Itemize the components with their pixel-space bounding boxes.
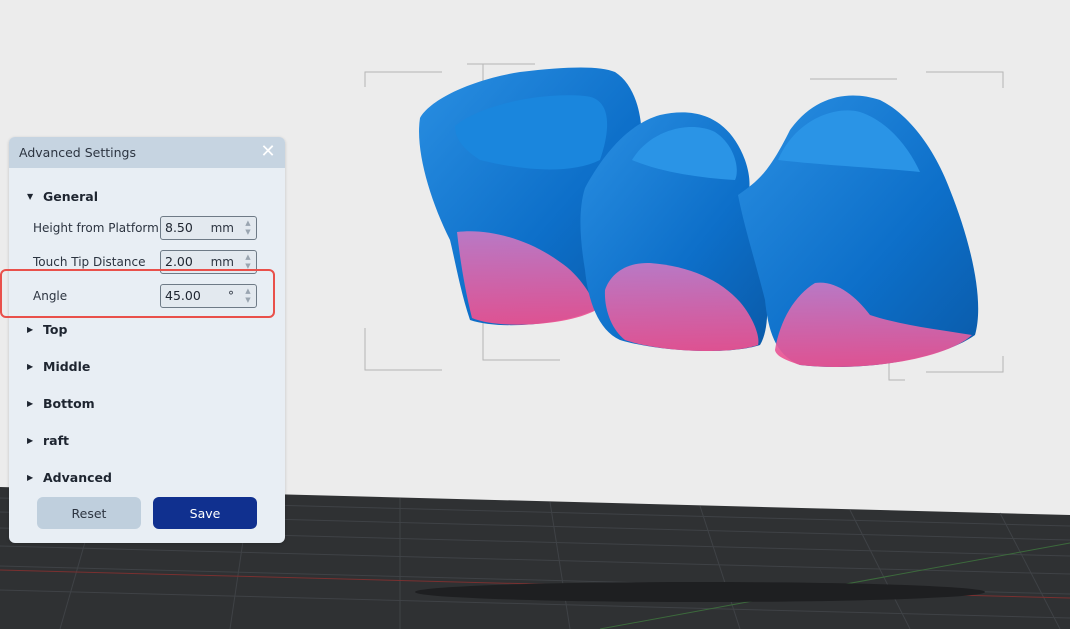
section-top[interactable]: ▶ Top (27, 322, 67, 337)
section-label: Advanced (43, 470, 112, 485)
field-label: Touch Tip Distance (33, 255, 146, 269)
field-unit: mm (210, 255, 234, 269)
field-label: Height from Platform (33, 221, 159, 235)
field-value: 2.00 (165, 254, 193, 269)
section-advanced[interactable]: ▶ Advanced (27, 470, 112, 485)
chevron-right-icon: ▶ (27, 362, 34, 371)
field-height-from-platform: Height from Platform 8.50 mm ▲ ▼ (33, 216, 261, 240)
step-up-icon[interactable]: ▲ (243, 219, 253, 228)
close-icon[interactable]: ✕ (259, 143, 277, 161)
stepper: ▲ ▼ (243, 287, 253, 305)
section-bottom[interactable]: ▶ Bottom (27, 396, 95, 411)
model-shadow (415, 582, 985, 602)
stepper: ▲ ▼ (243, 253, 253, 271)
touch-tip-distance-input[interactable]: 2.00 mm ▲ ▼ (160, 250, 257, 274)
field-value: 8.50 (165, 220, 193, 235)
panel-title: Advanced Settings (19, 145, 136, 160)
step-up-icon[interactable]: ▲ (243, 287, 253, 296)
field-angle: Angle 45.00 ° ▲ ▼ (33, 284, 261, 308)
section-label: Top (43, 322, 68, 337)
save-button[interactable]: Save (153, 497, 257, 529)
step-down-icon[interactable]: ▼ (243, 228, 253, 237)
section-middle[interactable]: ▶ Middle (27, 359, 90, 374)
chevron-right-icon: ▶ (27, 325, 34, 334)
stepper: ▲ ▼ (243, 219, 253, 237)
advanced-settings-panel: Advanced Settings ✕ ▼ General Height fro… (9, 137, 285, 543)
chevron-right-icon: ▶ (27, 436, 34, 445)
field-value: 45.00 (165, 288, 201, 303)
section-label: Bottom (43, 396, 95, 411)
step-down-icon[interactable]: ▼ (243, 296, 253, 305)
step-down-icon[interactable]: ▼ (243, 262, 253, 271)
field-label: Angle (33, 289, 68, 303)
chevron-right-icon: ▶ (27, 473, 34, 482)
section-raft[interactable]: ▶ raft (27, 433, 69, 448)
angle-input[interactable]: 45.00 ° ▲ ▼ (160, 284, 257, 308)
height-from-platform-input[interactable]: 8.50 mm ▲ ▼ (160, 216, 257, 240)
panel-titlebar: Advanced Settings ✕ (9, 137, 285, 168)
section-label: raft (43, 433, 70, 448)
chevron-down-icon: ▼ (27, 192, 34, 201)
chevron-right-icon: ▶ (27, 399, 34, 408)
field-unit: ° (228, 289, 234, 303)
field-unit: mm (210, 221, 234, 235)
section-general[interactable]: ▼ General (27, 189, 98, 204)
field-touch-tip-distance: Touch Tip Distance 2.00 mm ▲ ▼ (33, 250, 261, 274)
section-general-label: General (43, 189, 98, 204)
step-up-icon[interactable]: ▲ (243, 253, 253, 262)
section-label: Middle (43, 359, 91, 374)
reset-button[interactable]: Reset (37, 497, 141, 529)
